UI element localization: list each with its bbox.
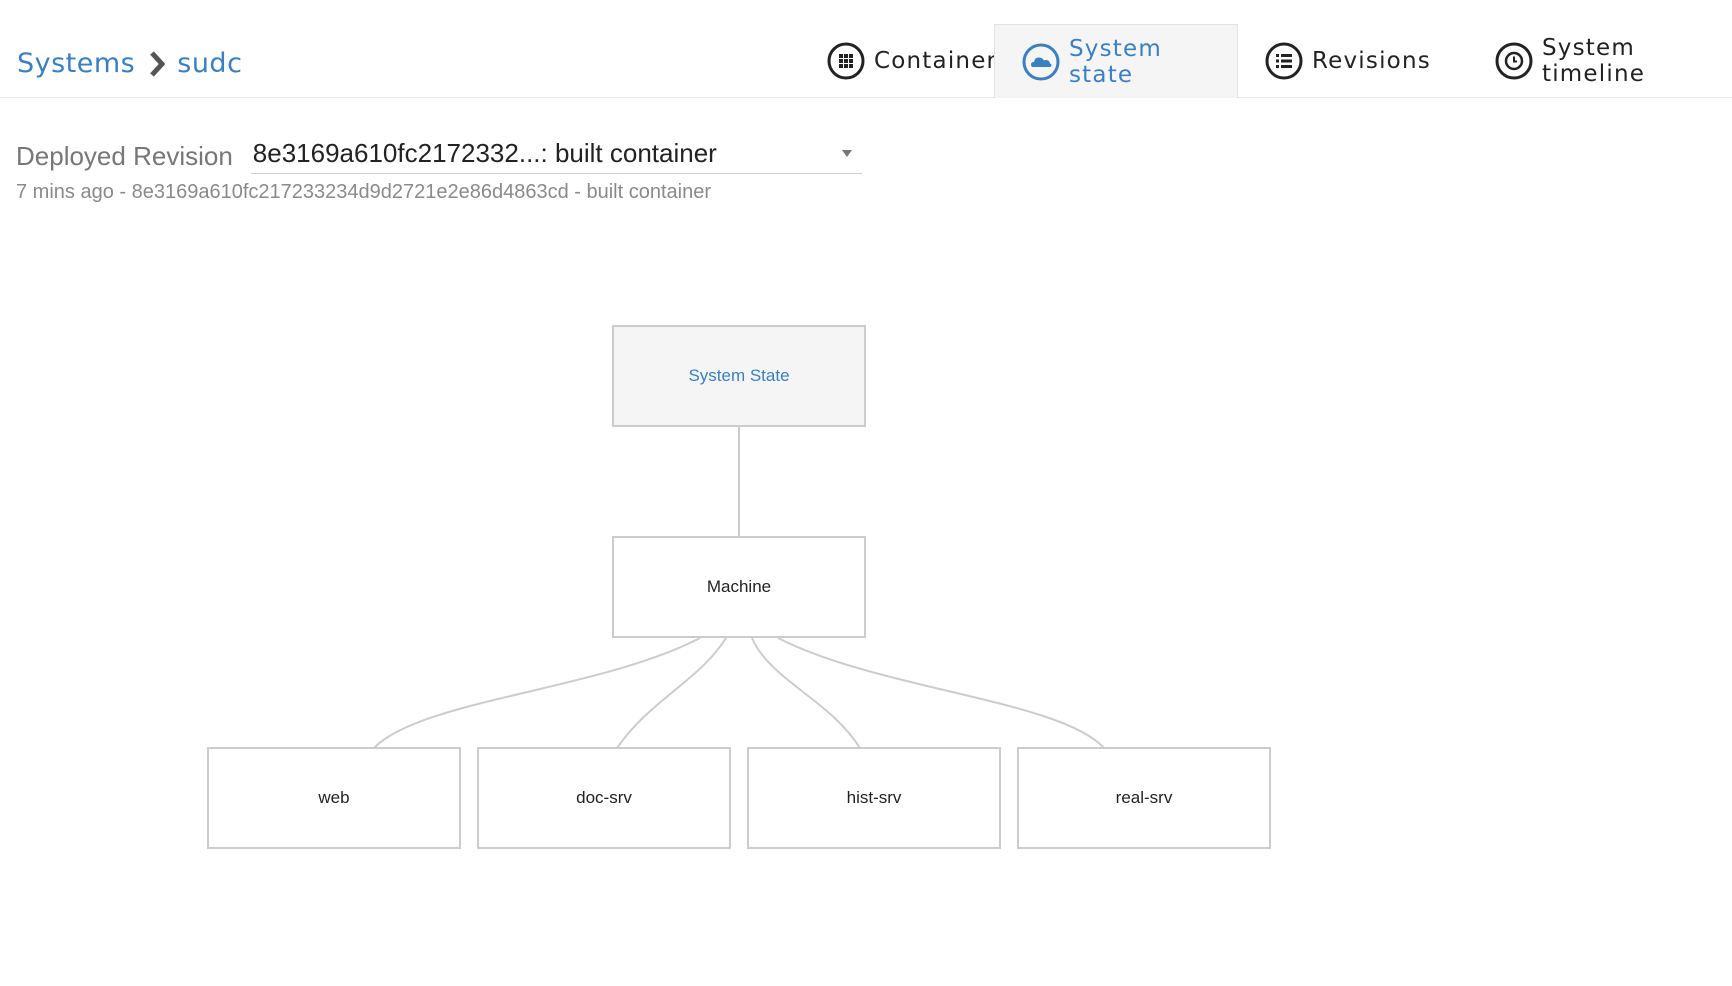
deployed-revision-label: Deployed Revision bbox=[16, 141, 233, 171]
node-container-real-srv[interactable]: real-srv bbox=[1017, 747, 1271, 849]
deployed-revision-selected-value: 8e3169a610fc2172332...: built container bbox=[252, 138, 717, 168]
node-machine[interactable]: Machine bbox=[612, 536, 866, 638]
tab-revisions[interactable]: Revisions bbox=[1238, 24, 1468, 98]
top-bar: Systems sudc Containers System state Rev… bbox=[0, 0, 1732, 98]
revision-meta-text: 7 mins ago - 8e3169a610fc217233234d9d272… bbox=[16, 181, 712, 203]
node-container-hist-srv[interactable]: hist-srv bbox=[747, 747, 1001, 849]
tab-system-state-label: System state bbox=[1069, 35, 1162, 88]
connector-machine-web bbox=[373, 637, 701, 749]
node-container-web[interactable]: web bbox=[207, 747, 461, 849]
deployed-revision-row: Deployed Revision 8e3169a610fc2172332...… bbox=[16, 136, 862, 174]
deployed-revision-select[interactable]: 8e3169a610fc2172332...: built container bbox=[250, 136, 862, 174]
tab-revisions-label: Revisions bbox=[1312, 48, 1431, 74]
breadcrumb-current-system[interactable]: sudc bbox=[177, 48, 242, 79]
breadcrumb-systems-link[interactable]: Systems bbox=[17, 48, 135, 79]
connector-machine-doc-srv bbox=[616, 637, 727, 749]
cloud-icon bbox=[1021, 42, 1061, 82]
tab-bar: Containers System state Revisions System… bbox=[800, 24, 1732, 98]
tab-containers[interactable]: Containers bbox=[800, 24, 1009, 98]
grid-icon bbox=[826, 41, 866, 81]
tab-system-timeline-label: System timeline bbox=[1542, 35, 1646, 87]
chevron-right-icon bbox=[149, 50, 166, 77]
dropdown-arrow-icon bbox=[841, 150, 852, 157]
connector-machine-hist-srv bbox=[751, 637, 861, 749]
tab-system-timeline[interactable]: System timeline bbox=[1468, 24, 1732, 98]
tab-system-state[interactable]: System state bbox=[994, 24, 1238, 98]
node-system-state[interactable]: System State bbox=[612, 325, 866, 427]
clock-icon bbox=[1494, 41, 1534, 81]
breadcrumb: Systems sudc bbox=[17, 48, 242, 79]
node-container-doc-srv[interactable]: doc-srv bbox=[477, 747, 731, 849]
list-icon bbox=[1264, 41, 1304, 81]
tab-containers-label: Containers bbox=[874, 48, 1011, 74]
connector-machine-real-srv bbox=[777, 637, 1105, 749]
